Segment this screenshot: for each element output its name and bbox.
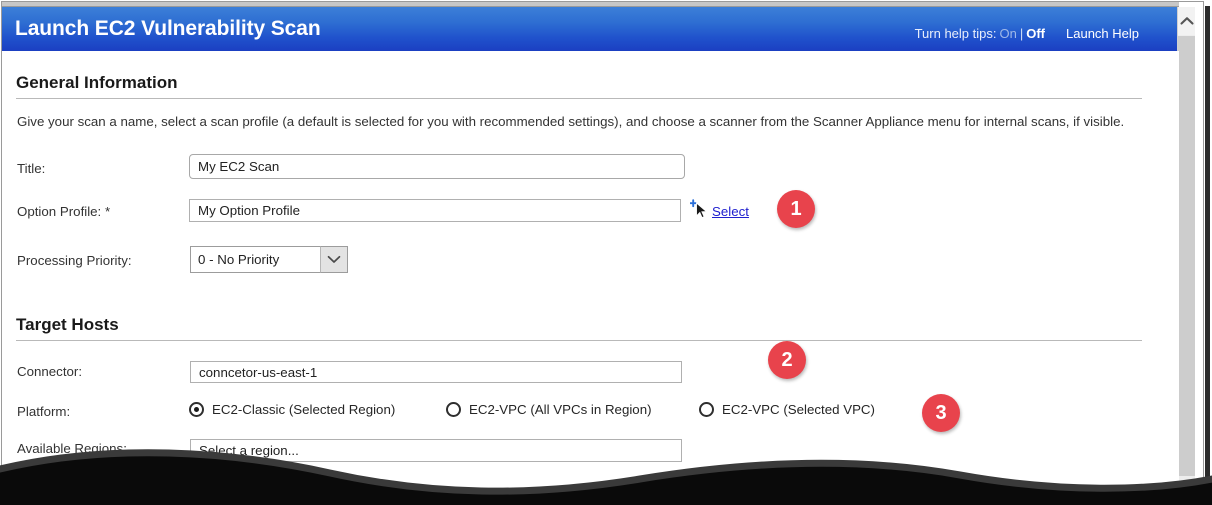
form-content: General Information Give your scan a nam… <box>2 51 1179 498</box>
platform-radio-ec2-classic[interactable]: EC2-Classic (Selected Region) <box>189 402 395 417</box>
help-tips-off-link[interactable]: Off <box>1026 26 1045 41</box>
general-information-description: Give your scan a name, select a scan pro… <box>17 114 1125 129</box>
vertical-scrollbar[interactable] <box>1177 7 1195 498</box>
screenshot-root: Launch EC2 Vulnerability Scan Turn help … <box>0 0 1212 505</box>
scroll-up-button[interactable] <box>1178 7 1195 35</box>
processing-priority-select[interactable]: 0 - No Priority <box>190 246 348 273</box>
available-regions-field-label: Available Regions: <box>17 441 127 456</box>
chevron-up-icon <box>1179 16 1194 26</box>
page-title: Launch EC2 Vulnerability Scan <box>15 17 321 40</box>
title-field-label: Title: <box>17 161 46 176</box>
callout-badge-2: 2 <box>768 341 806 379</box>
radio-indicator <box>699 402 714 417</box>
general-information-divider <box>16 98 1142 99</box>
connector-field-label: Connector: <box>17 364 83 379</box>
processing-priority-field-label: Processing Priority: <box>17 253 132 268</box>
radio-indicator <box>446 402 461 417</box>
scrollbar-thumb[interactable] <box>1178 36 1195 476</box>
available-regions-input[interactable] <box>190 439 682 462</box>
help-tips-control: Turn help tips: On | Off Launch Help <box>915 26 1139 41</box>
platform-radio-label: EC2-VPC (Selected VPC) <box>722 402 875 417</box>
help-tips-separator: | <box>1019 26 1024 41</box>
radio-indicator-selected <box>189 402 204 417</box>
title-bar: Launch EC2 Vulnerability Scan Turn help … <box>2 7 1179 51</box>
help-tips-on-link[interactable]: On <box>999 26 1016 41</box>
callout-badge-1: 1 <box>777 190 815 228</box>
title-input[interactable] <box>189 154 685 179</box>
window-drop-shadow-bottom <box>6 500 1210 504</box>
option-profile-select-link[interactable]: Select <box>712 204 749 219</box>
launch-help-link[interactable]: Launch Help <box>1066 26 1139 41</box>
platform-field-label: Platform: <box>17 404 71 419</box>
platform-radio-ec2-vpc-selected[interactable]: EC2-VPC (Selected VPC) <box>699 402 875 417</box>
platform-radio-ec2-vpc-all[interactable]: EC2-VPC (All VPCs in Region) <box>446 402 652 417</box>
application-window: Launch EC2 Vulnerability Scan Turn help … <box>1 1 1204 499</box>
platform-radio-label: EC2-Classic (Selected Region) <box>212 402 396 417</box>
general-information-heading: General Information <box>16 73 178 92</box>
window-drop-shadow-right <box>1205 6 1210 503</box>
option-profile-field-label: Option Profile: * <box>17 204 111 219</box>
target-hosts-divider <box>16 340 1142 341</box>
callout-badge-3: 3 <box>922 394 960 432</box>
target-hosts-heading: Target Hosts <box>16 315 119 334</box>
help-tips-label: Turn help tips: <box>914 26 997 41</box>
add-cursor-icon <box>689 199 712 226</box>
connector-input[interactable] <box>190 361 682 383</box>
option-profile-input[interactable] <box>189 199 681 222</box>
platform-radio-label: EC2-VPC (All VPCs in Region) <box>469 402 652 417</box>
